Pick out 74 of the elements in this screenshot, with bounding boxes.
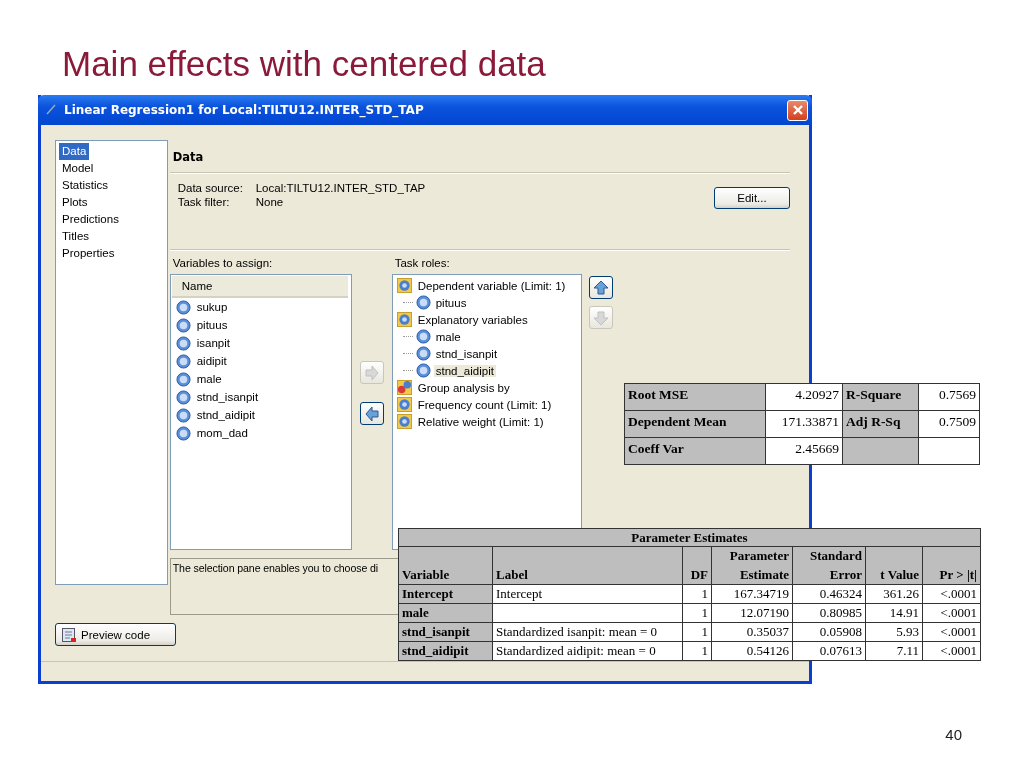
nav-item[interactable]: Predictions: [59, 211, 122, 228]
variable-item[interactable]: isanpit: [194, 337, 232, 349]
variable-item[interactable]: stnd_aidipit: [194, 409, 257, 421]
variable-item[interactable]: male: [194, 373, 224, 385]
table-cell: 2.45669: [765, 437, 843, 465]
info-value: None: [255, 196, 285, 208]
numeric-variable-icon: [175, 389, 191, 405]
variable-item[interactable]: stnd_isanpit: [194, 391, 261, 403]
section-title: Data: [171, 149, 205, 166]
table-cell: 0.7569: [918, 383, 980, 411]
arrow-icon: [591, 278, 610, 297]
nav-item[interactable]: Data: [59, 143, 90, 160]
role-item[interactable]: Explanatory variables: [417, 313, 528, 326]
numeric-variable-icon: [415, 329, 431, 344]
variable-item[interactable]: aidipit: [194, 355, 229, 367]
variable-item[interactable]: mom_dad: [194, 427, 250, 439]
arrow-icon: [591, 308, 610, 327]
numeric-variable-icon: [175, 425, 191, 441]
close-icon: [791, 104, 804, 116]
info-label: Data source:: [177, 182, 244, 194]
numeric-variable-icon: [175, 335, 191, 351]
app-icon: [46, 104, 56, 116]
role-icon: [396, 414, 412, 429]
role-item[interactable]: Frequency count (Limit: 1): [417, 398, 552, 411]
nav-item[interactable]: Statistics: [59, 177, 111, 194]
window-title: Linear Regression1 for Local:TILTU12.INTER_STD_TAP: [64, 103, 425, 117]
numeric-variable-icon: [175, 407, 191, 423]
numeric-variable-icon: [175, 371, 191, 387]
role-icon: [396, 278, 412, 293]
close-button[interactable]: [787, 99, 808, 121]
variable-item[interactable]: pituus: [194, 319, 230, 331]
role-item[interactable]: Dependent variable (Limit: 1): [417, 279, 566, 292]
list-label: Task roles:: [393, 257, 451, 271]
row-header: Root MSE: [624, 383, 766, 411]
assigned-variable[interactable]: stnd_aidipit: [433, 364, 496, 377]
group-icon: [396, 380, 412, 395]
row-header: Adj R-Sq: [842, 410, 919, 438]
help-text: The selection pane enables you to choose di: [172, 562, 379, 574]
document-icon: [61, 626, 77, 643]
variable-item[interactable]: sukup: [194, 301, 230, 313]
role-icon: [396, 312, 412, 327]
move-arrow-button[interactable]: [359, 402, 384, 425]
row-header: Dependent Mean: [624, 410, 766, 438]
role-icon: [396, 397, 412, 412]
numeric-variable-icon: [175, 299, 191, 315]
table-cell: 4.20927: [765, 383, 843, 411]
role-item[interactable]: Group analysis by: [417, 381, 510, 394]
role-item[interactable]: Relative weight (Limit: 1): [417, 415, 544, 428]
numeric-variable-icon: [415, 363, 431, 378]
column-header[interactable]: Name: [171, 276, 348, 298]
assigned-variable[interactable]: pituus: [433, 296, 469, 309]
arrow-icon: [362, 363, 381, 382]
info-value: Local:TILTU12.INTER_STD_TAP: [255, 182, 426, 194]
nav-item[interactable]: Plots: [59, 194, 91, 211]
preview-code-button[interactable]: Preview code: [55, 623, 176, 646]
page-number: 40: [945, 726, 962, 743]
edit-button[interactable]: Edit...: [714, 187, 790, 209]
numeric-variable-icon: [175, 317, 191, 333]
list-label: Variables to assign:: [171, 257, 274, 271]
row-header: Coeff Var: [624, 437, 766, 465]
table-title: Parameter Estimates: [398, 528, 981, 547]
nav-item[interactable]: Model: [59, 160, 97, 177]
info-label: Task filter:: [177, 196, 231, 208]
numeric-variable-icon: [175, 353, 191, 369]
row-header: R-Square: [842, 383, 919, 411]
nav-item[interactable]: Properties: [59, 245, 118, 262]
numeric-variable-icon: [415, 346, 431, 361]
assigned-variable[interactable]: stnd_isanpit: [433, 347, 500, 360]
order-arrow-button[interactable]: [588, 276, 613, 299]
nav-item[interactable]: Titles: [59, 228, 93, 245]
numeric-variable-icon: [415, 295, 431, 310]
table-cell: 171.33871: [765, 410, 843, 438]
slide-title: Main effects with centered data: [62, 44, 546, 84]
assigned-variable[interactable]: male: [433, 330, 463, 343]
